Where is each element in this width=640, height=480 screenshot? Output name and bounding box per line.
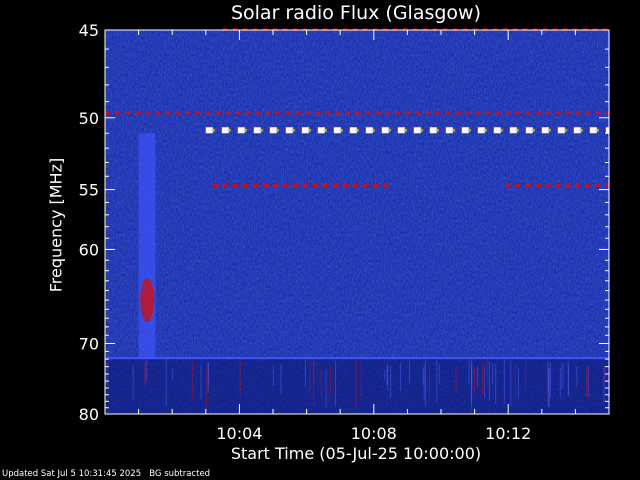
- x-tick-label: 10:04: [216, 424, 262, 443]
- noise-texture: [105, 30, 609, 414]
- interference-region: [105, 359, 609, 414]
- burst-column: [138, 133, 156, 360]
- y-tick-label: 55: [79, 181, 99, 200]
- bg-subtracted-note: BG subtracted: [149, 469, 211, 479]
- y-tick-label: 50: [79, 109, 99, 128]
- footer-status: Updated Sat Jul 5 10:31:45 2025 BG subtr…: [2, 469, 210, 479]
- x-tick-label: 10:12: [485, 424, 531, 443]
- chart-title: Solar radio Flux (Glasgow): [230, 2, 482, 24]
- y-tick-label: 60: [79, 240, 99, 259]
- updated-timestamp: Updated Sat Jul 5 10:31:45 2025: [2, 469, 142, 479]
- y-tick-label: 70: [79, 334, 99, 353]
- spectrogram-chart: 45505560708010:04 10:08 10:12: [79, 21, 610, 443]
- burst-peak: [140, 278, 154, 323]
- y-tick-label: 80: [79, 405, 99, 424]
- x-tick-label: 10:08: [351, 424, 397, 443]
- y-axis-label: Frequency [MHz]: [46, 157, 66, 293]
- x-axis-label: Start Time (05-Jul-25 10:00:00): [230, 444, 482, 463]
